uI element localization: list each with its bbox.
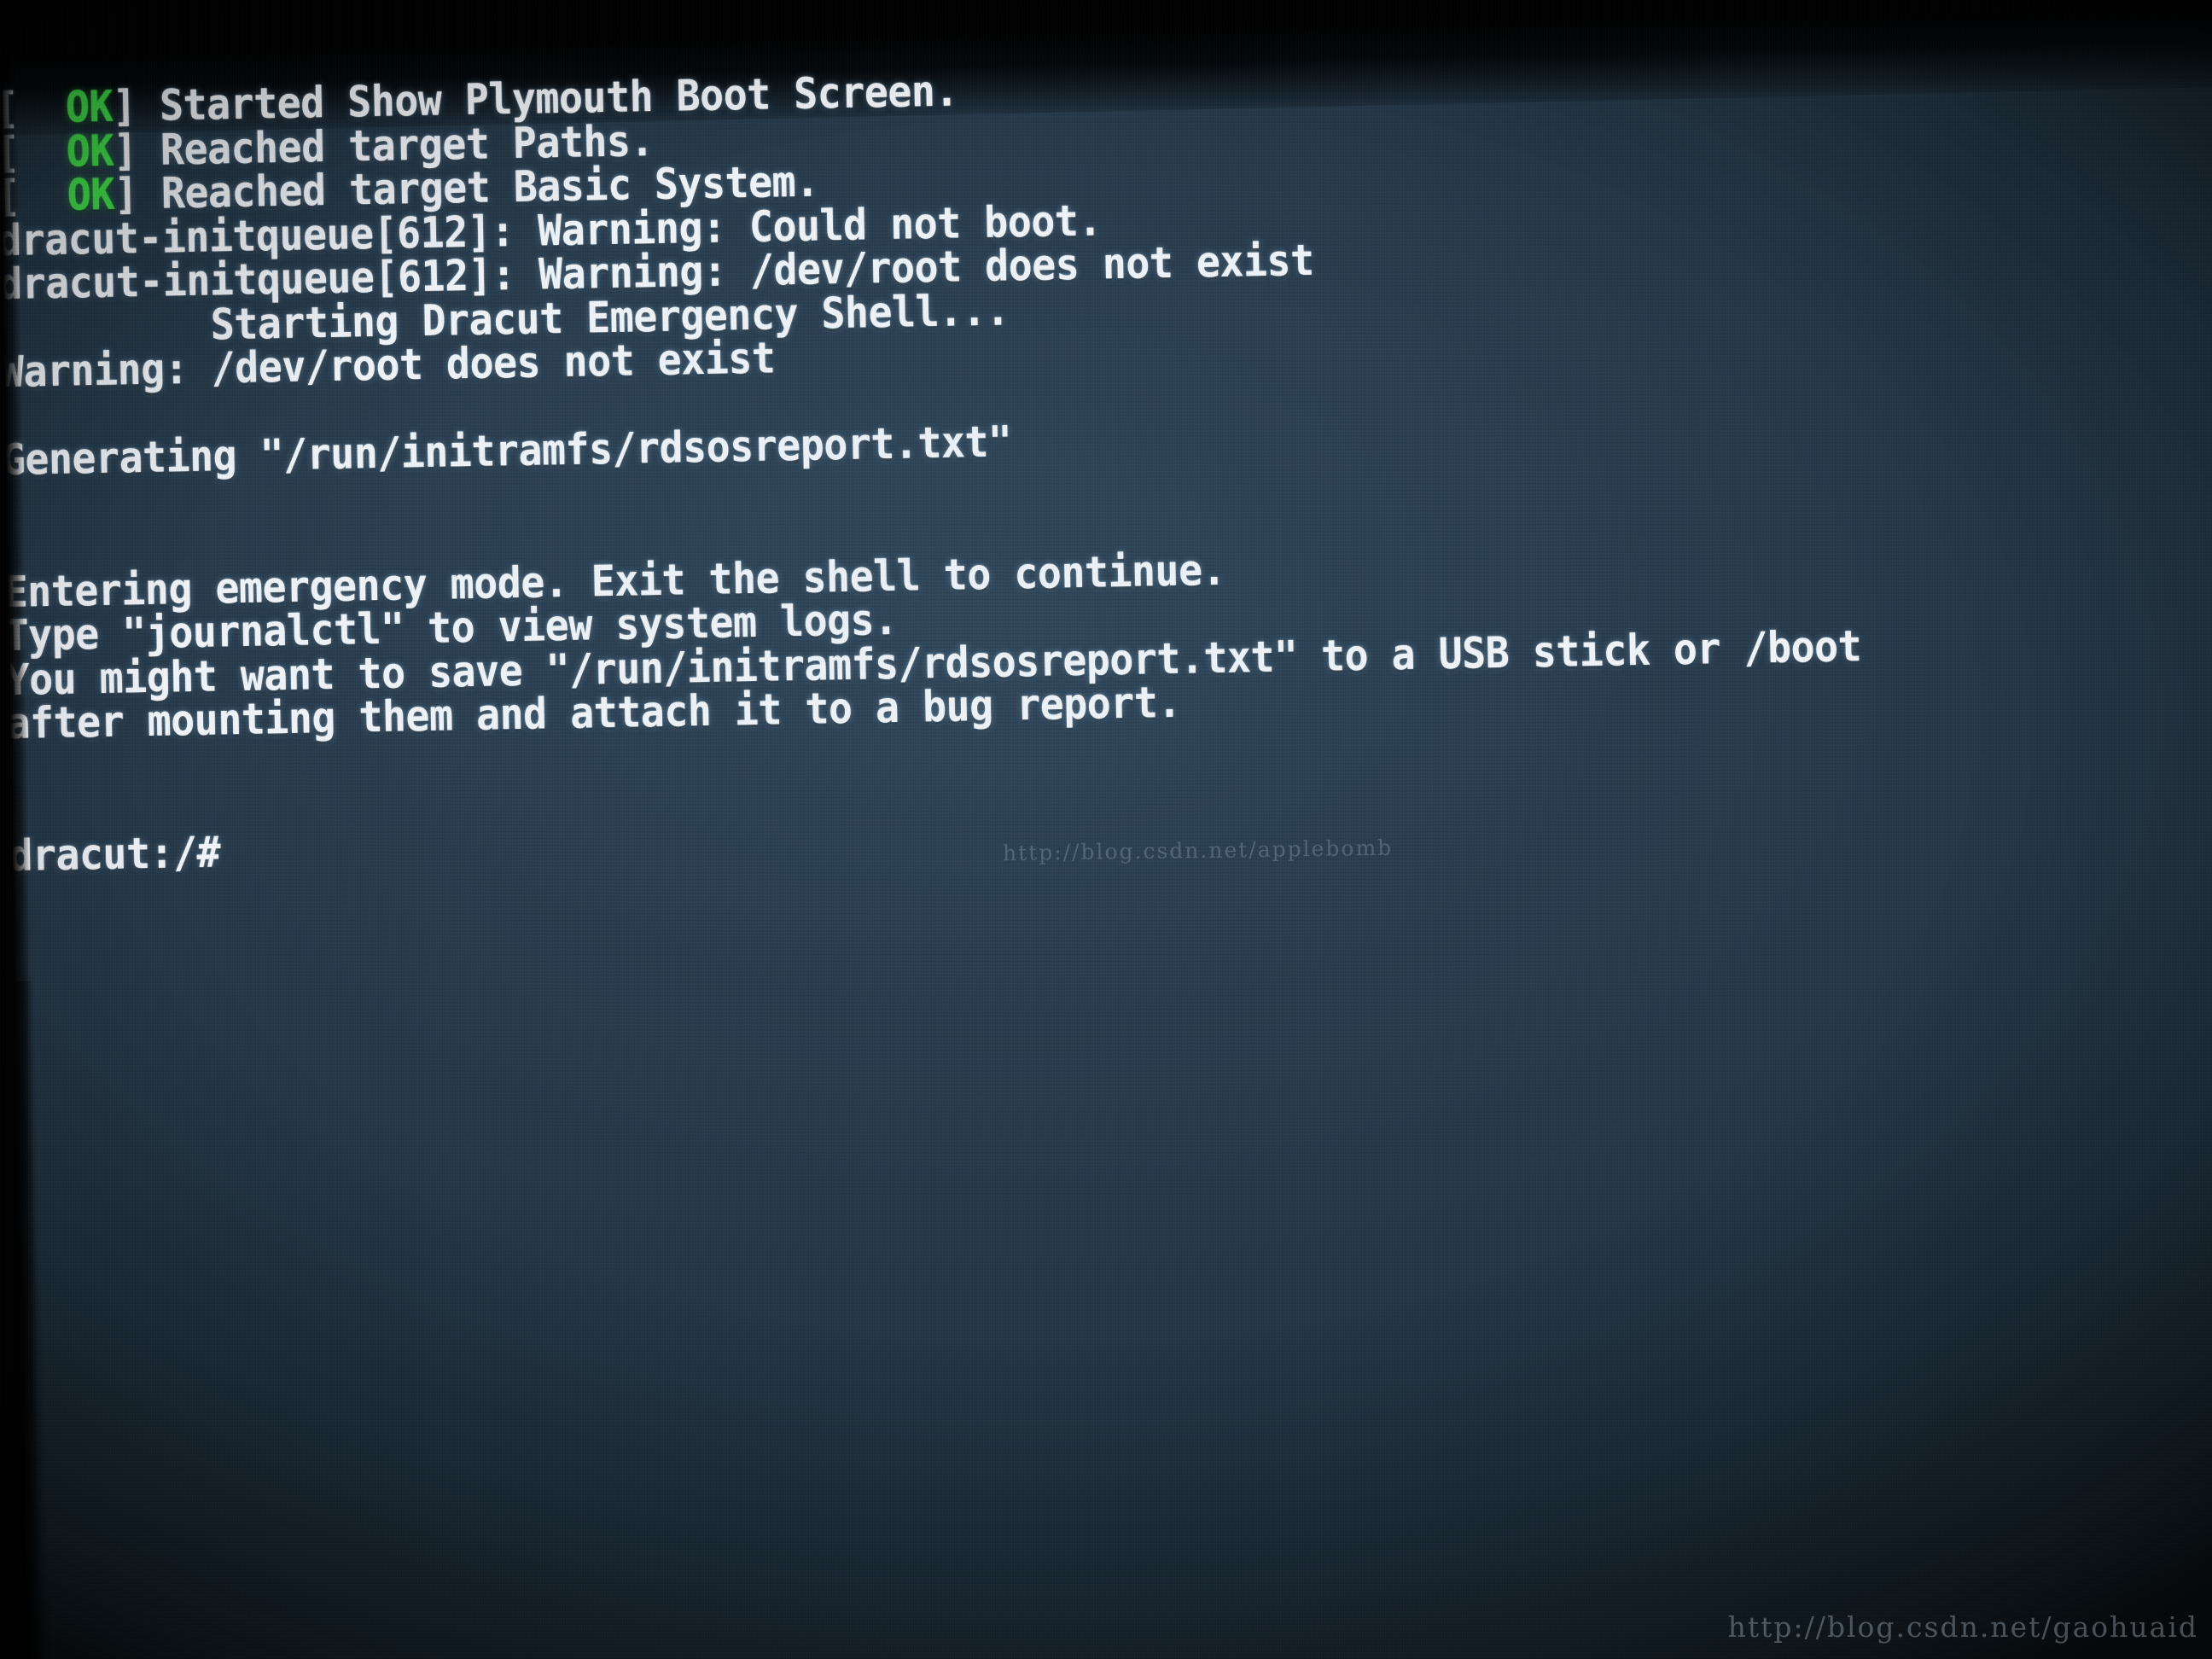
console-line: Generating "/run/initramfs/rdsosreport.t… [1,416,1012,485]
console-line: dracut:/# [9,827,221,881]
status-badge-ok: OK [65,81,114,132]
console-line-text: Generating "/run/initramfs/rdsosreport.t… [1,416,1013,486]
status-badge-ok: OK [66,125,114,177]
dracut-emergency-screen-photo: [ OK] Started Show Plymouth Boot Screen.… [0,0,2212,1659]
console-text-area[interactable]: [ OK] Started Show Plymouth Boot Screen.… [0,0,2212,1659]
status-badge-ok: OK [67,169,115,220]
console-line: Warning: /dev/root does not exist [0,333,776,397]
shell-prompt[interactable]: dracut:/# [9,827,221,881]
